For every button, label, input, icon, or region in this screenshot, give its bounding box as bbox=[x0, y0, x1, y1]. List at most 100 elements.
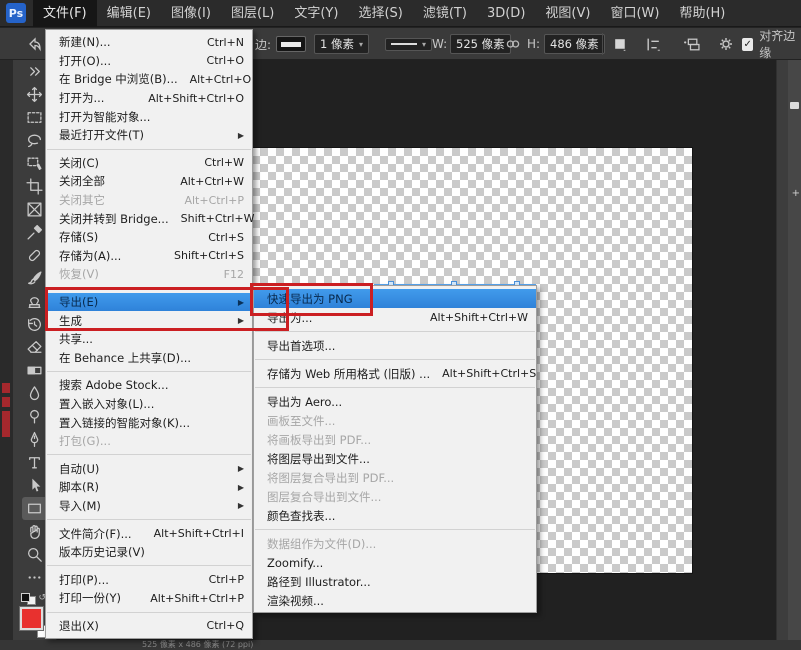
menubar-item[interactable]: 编辑(E) bbox=[97, 0, 161, 27]
menu-item[interactable]: 打开为...Alt+Shift+Ctrl+O bbox=[46, 89, 252, 108]
width-input[interactable]: 525 像素 bbox=[450, 28, 511, 60]
menubar-item[interactable]: 文件(F) bbox=[33, 0, 97, 27]
tool-path-selection[interactable] bbox=[22, 474, 48, 497]
stroke-style-dropdown[interactable]: ▾ bbox=[385, 28, 432, 60]
menu-item[interactable]: 将图层导出到文件... bbox=[254, 449, 536, 468]
tool-frame[interactable] bbox=[22, 198, 48, 221]
menu-item-label: 将图层复合导出到 PDF... bbox=[267, 470, 394, 486]
tool-healing-brush[interactable] bbox=[22, 244, 48, 267]
stroke-width-dropdown[interactable]: 1 像素▾ bbox=[314, 28, 369, 60]
path-arrangement-button[interactable] bbox=[682, 28, 700, 60]
menu-item-shortcut: Ctrl+S bbox=[196, 231, 244, 244]
tool-lasso[interactable] bbox=[22, 129, 48, 152]
foreground-color-swatch[interactable] bbox=[20, 607, 43, 630]
menu-item[interactable]: 导入(M)▶ bbox=[46, 497, 252, 516]
link-dimensions-icon[interactable] bbox=[505, 28, 521, 60]
panel-tab-icon[interactable] bbox=[790, 102, 799, 109]
menu-item[interactable]: 新建(N)...Ctrl+N bbox=[46, 33, 252, 52]
tool-history-brush[interactable] bbox=[22, 313, 48, 336]
menu-item-label: 关闭(C) bbox=[59, 155, 99, 171]
menu-item[interactable]: 搜索 Adobe Stock... bbox=[46, 376, 252, 395]
tool-clone-stamp[interactable] bbox=[22, 290, 48, 313]
eyedropper-icon bbox=[26, 224, 43, 241]
menu-item[interactable]: 关闭(C)Ctrl+W bbox=[46, 154, 252, 173]
tool-rectangle[interactable] bbox=[22, 497, 48, 520]
menu-separator bbox=[47, 612, 251, 613]
menu-item[interactable]: 打印一份(Y)Alt+Shift+Ctrl+P bbox=[46, 589, 252, 608]
menubar-item[interactable]: 3D(D) bbox=[477, 0, 535, 27]
tool-dodge[interactable] bbox=[22, 405, 48, 428]
menu-item[interactable]: 关闭全部Alt+Ctrl+W bbox=[46, 172, 252, 191]
stroke-width-value: 1 像素 bbox=[320, 36, 354, 52]
menubar-item[interactable]: 窗口(W) bbox=[600, 0, 669, 27]
menu-item[interactable]: 存储为(A)...Shift+Ctrl+S bbox=[46, 247, 252, 266]
tool-eyedropper[interactable] bbox=[22, 221, 48, 244]
menu-item[interactable]: 打开(O)...Ctrl+O bbox=[46, 52, 252, 71]
menubar-item[interactable]: 选择(S) bbox=[348, 0, 412, 27]
menu-item[interactable]: 导出首选项... bbox=[254, 336, 536, 355]
vertical-scrollbar[interactable] bbox=[776, 60, 788, 640]
tool-more[interactable] bbox=[22, 566, 48, 589]
tool-eraser[interactable] bbox=[22, 336, 48, 359]
menu-item[interactable]: 打印(P)...Ctrl+P bbox=[46, 570, 252, 589]
tool-crop[interactable] bbox=[22, 175, 48, 198]
menu-item[interactable]: 渲染视频... bbox=[254, 591, 536, 610]
path-operations-button[interactable] bbox=[612, 28, 629, 60]
menu-item[interactable]: 退出(X)Ctrl+Q bbox=[46, 617, 252, 636]
menu-item[interactable]: Zoomify... bbox=[254, 553, 536, 572]
menu-item-label: 关闭全部 bbox=[59, 173, 105, 189]
menu-item[interactable]: 置入嵌入对象(L)... bbox=[46, 395, 252, 414]
menu-item-label: 画板至文件... bbox=[267, 413, 335, 429]
tool-gradient[interactable] bbox=[22, 359, 48, 382]
menubar-item[interactable]: 帮助(H) bbox=[669, 0, 735, 27]
tool-brush[interactable] bbox=[22, 267, 48, 290]
menu-item-label: 恢复(V) bbox=[59, 266, 99, 282]
path-alignment-button[interactable] bbox=[645, 28, 662, 60]
tool-pen[interactable] bbox=[22, 428, 48, 451]
gear-icon[interactable] bbox=[718, 28, 734, 60]
height-input[interactable]: 486 像素 bbox=[544, 28, 605, 60]
tool-preset-icon[interactable] bbox=[27, 28, 43, 60]
menubar-item[interactable]: 视图(V) bbox=[535, 0, 600, 27]
menu-item[interactable]: 最近打开文件(T)▶ bbox=[46, 126, 252, 145]
align-edges-label: 对齐边缘 bbox=[759, 27, 801, 61]
add-panel-icon[interactable]: + bbox=[792, 188, 800, 199]
menu-item[interactable]: 关闭并转到 Bridge...Shift+Ctrl+W bbox=[46, 209, 252, 228]
tool-type[interactable] bbox=[22, 451, 48, 474]
menu-item[interactable]: 版本历史记录(V) bbox=[46, 543, 252, 562]
menu-item-shortcut: Alt+Ctrl+P bbox=[172, 194, 244, 207]
align-edges-checkbox[interactable]: ✓ 对齐边缘 bbox=[742, 28, 801, 60]
menubar-item[interactable]: 图像(I) bbox=[161, 0, 221, 27]
default-foreground-swatch[interactable] bbox=[21, 593, 30, 602]
menu-item-label: 打开(O)... bbox=[59, 53, 111, 69]
menu-separator bbox=[255, 359, 535, 360]
menu-item[interactable]: 导出为 Aero... bbox=[254, 392, 536, 411]
tool-blur[interactable] bbox=[22, 382, 48, 405]
menu-item-label: 脚本(R) bbox=[59, 479, 99, 495]
menu-item[interactable]: 文件简介(F)...Alt+Shift+Ctrl+I bbox=[46, 524, 252, 543]
menu-item[interactable]: 颜色查找表... bbox=[254, 506, 536, 525]
menu-item[interactable]: 在 Bridge 中浏览(B)...Alt+Ctrl+O bbox=[46, 70, 252, 89]
tool-collapse-chevrons[interactable] bbox=[22, 60, 48, 83]
menu-item[interactable]: 打开为智能对象... bbox=[46, 107, 252, 126]
menu-item[interactable]: 存储为 Web 所用格式 (旧版) ...Alt+Shift+Ctrl+S bbox=[254, 364, 536, 383]
menu-item[interactable]: 在 Behance 上共享(D)... bbox=[46, 349, 252, 368]
menu-item[interactable]: 共享... bbox=[46, 330, 252, 349]
menu-item[interactable]: 脚本(R)▶ bbox=[46, 478, 252, 497]
menu-item[interactable]: 存储(S)Ctrl+S bbox=[46, 228, 252, 247]
tool-object-selection[interactable] bbox=[22, 152, 48, 175]
menubar-item[interactable]: 图层(L) bbox=[221, 0, 284, 27]
menubar-item[interactable]: 滤镜(T) bbox=[413, 0, 477, 27]
stroke-color-swatch[interactable] bbox=[276, 28, 306, 60]
menu-item[interactable]: 置入链接的智能对象(K)... bbox=[46, 413, 252, 432]
menu-item[interactable]: 路径到 Illustrator... bbox=[254, 572, 536, 591]
menubar-item[interactable]: 文字(Y) bbox=[284, 0, 348, 27]
tool-marquee[interactable] bbox=[22, 106, 48, 129]
menu-item-label: 将画板导出到 PDF... bbox=[267, 432, 371, 448]
menu-item[interactable]: 自动(U)▶ bbox=[46, 459, 252, 478]
type-icon bbox=[26, 454, 43, 471]
menu-item-label: 自动(U) bbox=[59, 461, 99, 477]
tool-zoom[interactable] bbox=[22, 543, 48, 566]
tool-move[interactable] bbox=[22, 83, 48, 106]
tool-hand[interactable] bbox=[22, 520, 48, 543]
